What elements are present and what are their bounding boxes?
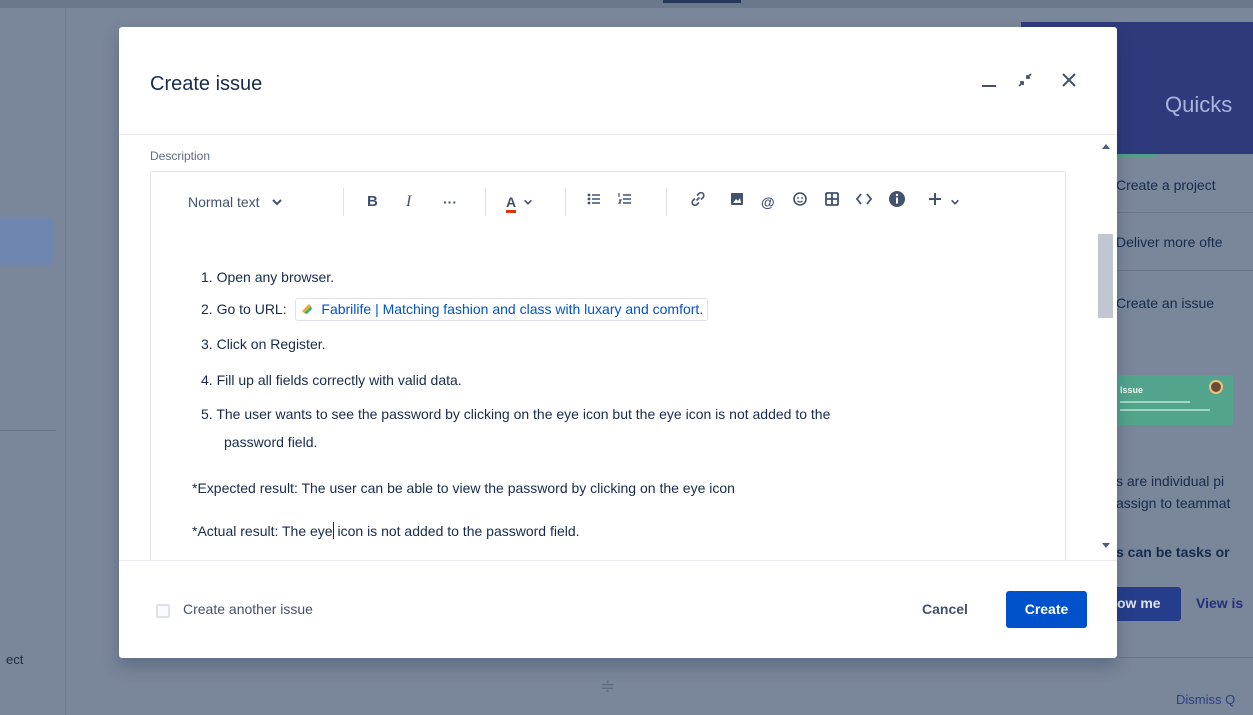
create-button[interactable]: Create [1006, 591, 1087, 628]
list-item-text: Go to URL: [216, 301, 291, 317]
description-label: Description [150, 149, 211, 163]
list-item: 4. Fill up all fields correctly with val… [201, 372, 462, 388]
list-item-text: The user wants to see the password by cl… [216, 406, 831, 422]
more-formatting-button[interactable]: ··· [443, 190, 457, 214]
modal-title: Create issue [150, 73, 263, 95]
quickstart-divider [1111, 212, 1253, 213]
quickstart-item-create-project: Create a project [1116, 177, 1216, 193]
modal-body: Description Normal text B I ··· A @ 1. O… [119, 136, 1117, 560]
minimize-button[interactable] [975, 69, 1003, 97]
link-icon [691, 191, 705, 207]
nav-tab-indicator [663, 0, 741, 3]
scroll-down-arrow-icon[interactable] [1102, 543, 1110, 548]
table-button[interactable] [824, 190, 840, 214]
list-item: 2. Go to URL: Fabrilife | Matching fashi… [201, 298, 709, 321]
info-panel-button[interactable] [888, 190, 906, 214]
list-number: 3. [201, 336, 213, 352]
list-item-text: Open any browser. [216, 269, 335, 285]
chevron-down-icon [272, 199, 283, 206]
chevron-down-icon [950, 199, 959, 205]
close-icon [1062, 73, 1076, 87]
list-item-text: Fill up all fields correctly with valid … [216, 372, 462, 388]
site-favicon-icon [301, 304, 312, 314]
bold-button[interactable]: B [367, 190, 378, 214]
quickstart-title: Quicks [1165, 92, 1233, 117]
actual-result-text: *Actual result: The eye icon is not adde… [192, 522, 580, 539]
create-another-label[interactable]: Create another issue [183, 601, 313, 617]
plus-icon [929, 193, 941, 205]
view-issues-link: View is [1196, 595, 1244, 611]
list-number: 2. [201, 301, 213, 317]
list-number: 1. [201, 269, 213, 285]
chevron-down-icon [524, 199, 532, 205]
info-icon [889, 191, 905, 207]
list-item: 5. The user wants to see the password by… [201, 406, 830, 422]
dismiss-quickstart-link: Dismiss Q [1176, 692, 1236, 707]
description-editor[interactable]: Normal text B I ··· A @ 1. Open any brow… [150, 171, 1066, 560]
create-issue-modal: Create issue Description Normal text B I… [119, 27, 1117, 658]
smart-link[interactable]: Fabrilife | Matching fashion and class w… [294, 298, 709, 321]
actual-result-part: icon is not added to the password field. [333, 523, 580, 539]
image-button[interactable] [729, 190, 745, 214]
list-item-continuation: password field. [224, 434, 318, 450]
editor-toolbar: Normal text B I ··· A @ [151, 172, 1065, 230]
avatar-icon [1209, 380, 1223, 394]
insert-more-button[interactable] [927, 190, 960, 214]
sidebar: ect [0, 8, 66, 715]
italic-button[interactable]: I [406, 190, 411, 214]
bullet-list-button[interactable] [586, 190, 602, 214]
top-navigation [0, 0, 1253, 17]
quickstart-text-line: s are individual pi [1116, 473, 1225, 489]
bullet-list-icon [587, 193, 600, 205]
numbered-list-icon [617, 193, 631, 204]
sidebar-divider [0, 430, 56, 431]
image-icon [731, 193, 743, 205]
modal-footer: Create another issue Cancel Create [119, 560, 1117, 658]
list-number: 4. [201, 372, 213, 388]
list-item: 3. Click on Register. [201, 336, 326, 352]
scroll-up-arrow-icon[interactable] [1102, 144, 1110, 149]
minimize-icon [982, 85, 996, 87]
code-icon [855, 193, 873, 205]
sidebar-selected-item [0, 218, 54, 266]
emoji-icon [793, 192, 807, 206]
shrink-button[interactable] [1011, 69, 1039, 97]
list-item: 1. Open any browser. [201, 269, 334, 285]
text-style-dropdown[interactable]: Normal text [188, 190, 283, 214]
shrink-icon [1018, 73, 1032, 87]
link-button[interactable] [690, 190, 706, 214]
mention-button[interactable]: @ [761, 190, 775, 214]
quickstart-text-line: assign to teammat [1116, 495, 1231, 511]
expected-result-text: *Expected result: The user can be able t… [192, 480, 735, 496]
quickstart-item-create-issue: Create an issue [1116, 295, 1215, 311]
issue-illustration: Issue [1113, 375, 1233, 425]
text-color-button[interactable]: A [506, 190, 533, 214]
create-another-checkbox[interactable] [156, 604, 170, 618]
code-button[interactable] [855, 190, 873, 214]
quickstart-item-deliver: Deliver more ofte [1116, 234, 1223, 250]
table-icon [825, 192, 839, 206]
quickstart-description: s are individual pi assign to teammat [1116, 470, 1230, 514]
quickstart-divider [1111, 270, 1253, 271]
resize-handle-icon: ≑ [600, 676, 616, 696]
quickstart-bold-text: s can be tasks or [1116, 544, 1230, 560]
modal-scrollbar[interactable] [1098, 136, 1115, 560]
smart-link-text: Fabrilife | Matching fashion and class w… [321, 301, 704, 317]
scrollbar-thumb[interactable] [1098, 234, 1113, 318]
modal-header: Create issue [119, 27, 1117, 135]
actual-result-part: *Actual result: The eye [192, 523, 333, 539]
close-button[interactable] [1055, 69, 1083, 97]
list-number: 5. [201, 406, 213, 422]
emoji-button[interactable] [792, 190, 808, 214]
numbered-list-button[interactable] [617, 190, 633, 214]
cancel-button[interactable]: Cancel [907, 591, 983, 627]
illustration-label: Issue [1120, 385, 1144, 395]
text-color-icon: A [506, 194, 517, 213]
text-style-label: Normal text [188, 194, 260, 210]
sidebar-truncated-text: ect [6, 652, 24, 667]
list-item-text: Click on Register. [216, 336, 326, 352]
